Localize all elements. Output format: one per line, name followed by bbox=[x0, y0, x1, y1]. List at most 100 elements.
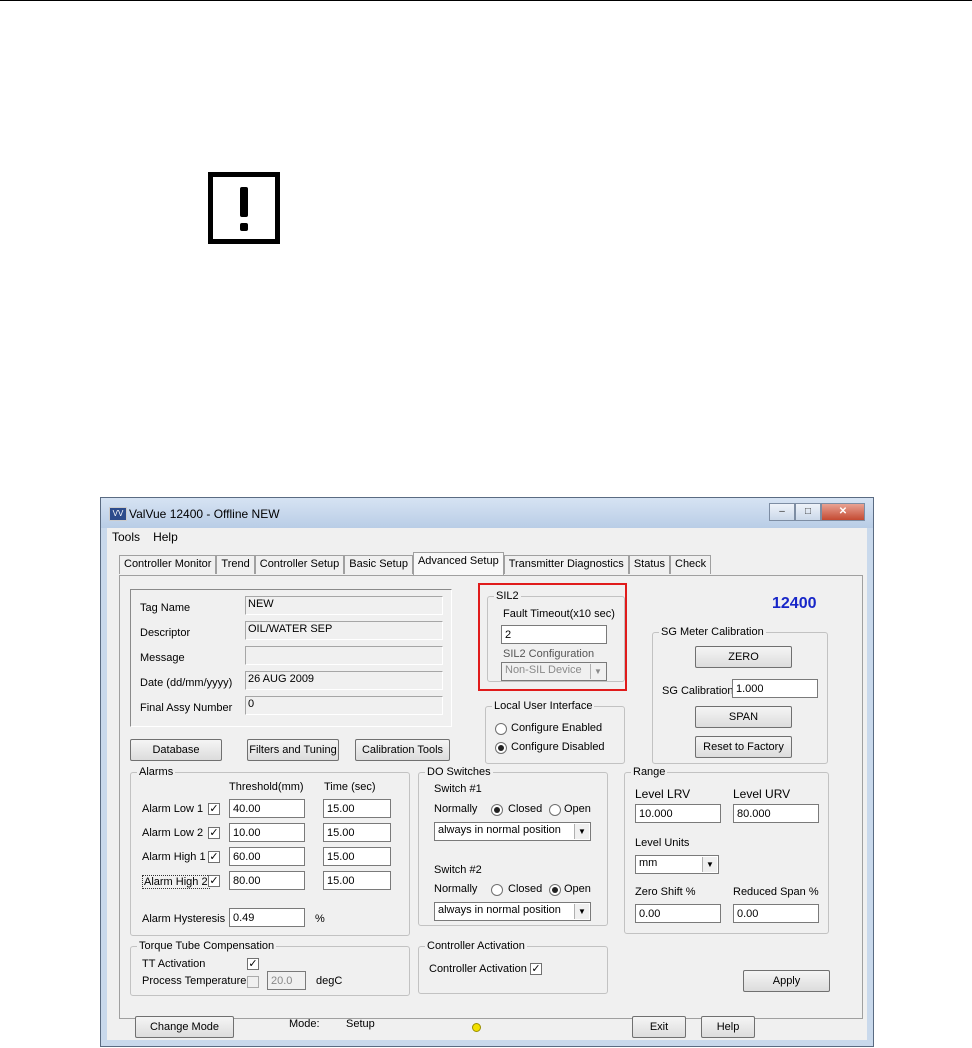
tab-advanced-setup[interactable]: Advanced Setup bbox=[412, 552, 504, 575]
tab-status[interactable]: Status bbox=[628, 555, 670, 574]
advanced-setup-panel: Tag Name NEW Descriptor OIL/WATER SEP Me… bbox=[119, 575, 863, 1019]
final-assy-label: Final Assy Number bbox=[140, 702, 233, 714]
level-lrv-input[interactable] bbox=[635, 804, 721, 823]
filters-tuning-button[interactable]: Filters and Tuning bbox=[247, 739, 339, 761]
level-lrv-label: Level LRV bbox=[635, 787, 691, 801]
switch-1-open-label: Open bbox=[564, 803, 591, 815]
sil2-highlight-box bbox=[478, 583, 627, 691]
switch-2-normally-label: Normally bbox=[434, 883, 478, 895]
switch-1-open-radio[interactable] bbox=[549, 804, 561, 816]
date-field: 26 AUG 2009 bbox=[245, 671, 443, 690]
sg-calibration-title: SG Meter Calibration bbox=[659, 626, 766, 638]
switch-2-closed-radio[interactable] bbox=[491, 884, 503, 896]
database-button[interactable]: Database bbox=[130, 739, 222, 761]
configure-disabled-label: Configure Disabled bbox=[511, 741, 605, 753]
exit-button[interactable]: Exit bbox=[632, 1016, 686, 1038]
switch-2-mode-select[interactable]: always in normal position ▼ bbox=[434, 902, 591, 921]
local-ui-group-title: Local User Interface bbox=[492, 700, 595, 712]
menu-bar: Tools Help bbox=[107, 528, 867, 546]
descriptor-field: OIL/WATER SEP bbox=[245, 621, 443, 640]
tab-check[interactable]: Check bbox=[670, 555, 712, 574]
range-group: Range Level LRV Level URV Level Units mm… bbox=[624, 766, 829, 934]
alarm-low-2-label: Alarm Low 2 bbox=[142, 827, 204, 839]
warning-icon bbox=[208, 172, 280, 244]
span-button[interactable]: SPAN bbox=[695, 706, 792, 728]
tag-name-label: Tag Name bbox=[140, 602, 191, 614]
sg-calibration-label: SG Calibration bbox=[662, 685, 734, 697]
configure-enabled-label: Configure Enabled bbox=[511, 722, 603, 734]
alarm-low-1-time[interactable] bbox=[323, 799, 391, 818]
tab-basic-setup[interactable]: Basic Setup bbox=[344, 555, 413, 574]
maximize-button[interactable]: □ bbox=[795, 503, 821, 521]
change-mode-button[interactable]: Change Mode bbox=[135, 1016, 234, 1038]
controller-activation-checkbox[interactable]: ✓ bbox=[530, 963, 542, 975]
alarm-low-1-label: Alarm Low 1 bbox=[142, 803, 204, 815]
menu-tools[interactable]: Tools bbox=[107, 528, 145, 546]
controller-activation-label: Controller Activation bbox=[429, 963, 527, 975]
mode-label: Mode: bbox=[289, 1018, 320, 1030]
reduced-span-input[interactable] bbox=[733, 904, 819, 923]
minimize-button[interactable]: – bbox=[769, 503, 795, 521]
hysteresis-unit: % bbox=[315, 913, 325, 925]
help-button[interactable]: Help bbox=[701, 1016, 755, 1038]
alarm-hysteresis-input[interactable] bbox=[229, 908, 305, 927]
alarm-high-2-checkbox[interactable]: ✓ bbox=[208, 875, 220, 887]
configure-disabled-radio[interactable] bbox=[495, 742, 507, 754]
apply-button[interactable]: Apply bbox=[743, 970, 830, 992]
threshold-header: Threshold(mm) bbox=[229, 781, 304, 793]
alarm-high-1-threshold[interactable] bbox=[229, 847, 305, 866]
switch-2-open-radio[interactable] bbox=[549, 884, 561, 896]
alarm-high-1-time[interactable] bbox=[323, 847, 391, 866]
process-temperature-label: Process Temperature bbox=[142, 975, 247, 987]
final-assy-field: 0 bbox=[245, 696, 443, 715]
alarm-low-2-checkbox[interactable]: ✓ bbox=[208, 827, 220, 839]
alarm-low-1-checkbox[interactable]: ✓ bbox=[208, 803, 220, 815]
reduced-span-label: Reduced Span % bbox=[733, 886, 819, 898]
alarms-title: Alarms bbox=[137, 766, 176, 778]
time-header: Time (sec) bbox=[324, 781, 376, 793]
reset-factory-button[interactable]: Reset to Factory bbox=[695, 736, 792, 758]
configure-enabled-radio[interactable] bbox=[495, 723, 507, 735]
switch-2-open-label: Open bbox=[564, 883, 591, 895]
switch-2-label: Switch #2 bbox=[434, 864, 482, 876]
switch-1-mode-select[interactable]: always in normal position ▼ bbox=[434, 822, 591, 841]
page-top-rule bbox=[0, 0, 972, 1]
alarm-low-2-threshold[interactable] bbox=[229, 823, 305, 842]
alarm-high-2-label: Alarm High 2 bbox=[142, 875, 210, 889]
switch-1-label: Switch #1 bbox=[434, 783, 482, 795]
torque-tube-group: Torque Tube Compensation TT Activation ✓… bbox=[130, 940, 410, 996]
alarm-high-2-time[interactable] bbox=[323, 871, 391, 890]
menu-help[interactable]: Help bbox=[148, 528, 183, 546]
title-bar[interactable]: VV ValVue 12400 - Offline NEW – □ ✕ bbox=[101, 498, 873, 528]
tab-trend[interactable]: Trend bbox=[216, 555, 255, 574]
do-switches-group: DO Switches Switch #1 Normally Closed Op… bbox=[418, 766, 608, 926]
message-label: Message bbox=[140, 652, 185, 664]
process-temperature-input[interactable] bbox=[267, 971, 306, 990]
tab-controller-monitor[interactable]: Controller Monitor bbox=[119, 555, 217, 574]
alarm-low-2-time[interactable] bbox=[323, 823, 391, 842]
level-units-select[interactable]: mm ▼ bbox=[635, 855, 719, 874]
switch-1-closed-radio[interactable] bbox=[491, 804, 503, 816]
alarm-high-2-threshold[interactable] bbox=[229, 871, 305, 890]
window-title: ValVue 12400 - Offline NEW bbox=[129, 507, 280, 521]
chevron-down-icon: ▼ bbox=[574, 904, 589, 919]
alarm-low-1-threshold[interactable] bbox=[229, 799, 305, 818]
tag-name-field: NEW bbox=[245, 596, 443, 615]
tab-strip: Controller Monitor Trend Controller Setu… bbox=[119, 552, 712, 575]
alarms-group: Alarms Threshold(mm) Time (sec) Alarm Lo… bbox=[130, 766, 410, 936]
tab-controller-setup[interactable]: Controller Setup bbox=[254, 555, 345, 574]
controller-activation-title: Controller Activation bbox=[425, 940, 527, 952]
alarm-high-1-checkbox[interactable]: ✓ bbox=[208, 851, 220, 863]
device-info-box: Tag Name NEW Descriptor OIL/WATER SEP Me… bbox=[130, 589, 452, 727]
level-urv-input[interactable] bbox=[733, 804, 819, 823]
tab-transmitter-diagnostics[interactable]: Transmitter Diagnostics bbox=[503, 555, 629, 574]
tt-activation-checkbox[interactable]: ✓ bbox=[247, 958, 259, 970]
zero-button[interactable]: ZERO bbox=[695, 646, 792, 668]
close-button[interactable]: ✕ bbox=[821, 503, 865, 521]
calibration-tools-button[interactable]: Calibration Tools bbox=[355, 739, 450, 761]
switch-1-normally-label: Normally bbox=[434, 803, 478, 815]
process-temperature-checkbox[interactable] bbox=[247, 976, 259, 988]
zero-shift-input[interactable] bbox=[635, 904, 721, 923]
sg-calibration-input[interactable] bbox=[732, 679, 818, 698]
alarm-hysteresis-label: Alarm Hysteresis bbox=[142, 913, 226, 925]
